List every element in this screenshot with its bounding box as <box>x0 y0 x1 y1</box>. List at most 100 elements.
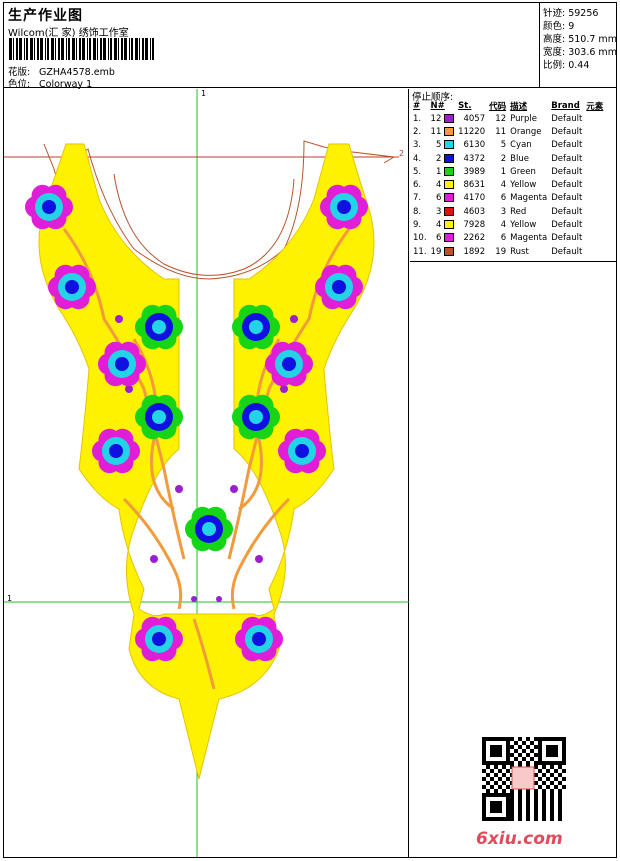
barcode-bar <box>93 38 96 60</box>
barcode-bar <box>139 38 140 60</box>
flower <box>185 506 233 552</box>
embroidery-preview <box>4 89 409 857</box>
element-cell <box>584 192 605 205</box>
stop-index: 9. <box>413 220 422 231</box>
brand-cell: Default <box>551 166 583 177</box>
barcode-bar <box>76 38 77 60</box>
color-swatch <box>444 193 455 203</box>
studio-name: Wilcom(汇 家) 绣饰工作室 <box>8 28 129 39</box>
needle-number: 6 <box>429 232 457 245</box>
barcode-bar <box>72 38 75 60</box>
barcode-bar <box>26 38 28 60</box>
stop-index: 7. <box>413 193 422 204</box>
stitch-count-cell: 4057 <box>463 113 486 124</box>
code-cell: 19 <box>495 246 507 257</box>
brand-cell: Default <box>551 126 583 137</box>
barcode-bar <box>16 38 18 60</box>
stitch-count-cell: 3989 <box>463 166 486 177</box>
barcode-bar <box>45 38 46 60</box>
needle-number: 4 <box>429 178 457 191</box>
thread-row: 3. 5 6130 5 Cyan Default <box>411 139 605 152</box>
barcode-bar <box>37 38 39 60</box>
brand-cell: Default <box>551 140 583 151</box>
horizontal-guide-label-2: 2 <box>399 149 405 158</box>
needle-number: 19 <box>429 245 457 258</box>
barcode-bar <box>121 38 123 60</box>
element-cell <box>584 205 605 218</box>
barcode-bar <box>131 38 133 60</box>
thread-panel: 停止顺序: # N# St. 代码 描述 Brand 元素 1. 12 4057 12 Purpl… <box>410 89 617 857</box>
brand-cell: Default <box>551 153 583 164</box>
code-cell: 12 <box>495 113 507 124</box>
element-cell <box>584 125 605 138</box>
barcode-bar <box>66 38 67 60</box>
description-cell: Blue <box>510 153 529 164</box>
column-header: 元素 <box>586 102 604 112</box>
stop-index: 3. <box>413 140 422 151</box>
brand-cell: Default <box>551 113 583 124</box>
barcode-bar <box>79 38 81 60</box>
description-cell: Orange <box>510 126 542 137</box>
design-height: 高度: 510.7 mm <box>543 34 617 45</box>
thread-table: # N# St. 代码 描述 Brand 元素 1. 12 4057 12 Purple Defau… <box>411 100 605 258</box>
barcode-bar <box>118 38 119 60</box>
stitch-count: 针迹: 59256 <box>543 8 599 19</box>
qr-stamp <box>511 766 535 790</box>
stop-index: 1. <box>413 113 422 124</box>
needle-number: 11 <box>429 125 457 138</box>
stitch-count-cell: 4603 <box>463 206 486 217</box>
colorway-row: 色位: Colorway 1 <box>8 76 92 90</box>
stop-index: 6. <box>413 180 422 191</box>
brand-cell: Default <box>551 193 583 204</box>
color-swatch <box>444 233 455 243</box>
qr-code <box>482 737 566 821</box>
needle-number: 12 <box>429 112 457 125</box>
barcode-bar <box>13 38 14 60</box>
stitch-count-cell: 7928 <box>463 220 486 231</box>
color-swatch <box>444 166 455 176</box>
column-header: St. <box>458 101 472 111</box>
design-scale: 比例: 0.44 <box>543 60 590 71</box>
watermark-logo: 6xiu.com <box>476 829 563 849</box>
brand-cell: Default <box>551 180 583 191</box>
description-cell: Rust <box>510 246 529 257</box>
color-swatch <box>444 140 455 150</box>
barcode-bar <box>110 38 112 60</box>
panel-divider <box>410 261 617 262</box>
thread-row: 7. 6 4170 6 Magenta Default <box>411 192 605 205</box>
barcode-bar <box>150 38 151 60</box>
barcode-bar <box>103 38 106 60</box>
barcode-bar <box>108 38 109 60</box>
barcode-bar <box>61 38 64 60</box>
element-cell <box>584 218 605 231</box>
element-cell <box>584 112 605 125</box>
code-cell: 6 <box>500 193 507 204</box>
description-cell: Purple <box>510 113 537 124</box>
needle-number: 2 <box>429 152 457 165</box>
barcode-bar <box>129 38 130 60</box>
column-header: 描述 <box>510 102 528 112</box>
thread-row: 9. 4 7928 4 Yellow Default <box>411 218 605 231</box>
design-canvas: 1 1 2 <box>4 89 409 857</box>
barcode-bar <box>142 38 144 60</box>
brand-cell: Default <box>551 206 583 217</box>
element-cell <box>584 232 605 245</box>
stop-index: 10. <box>413 233 427 244</box>
color-swatch <box>444 126 455 136</box>
needle-number: 6 <box>429 192 457 205</box>
stitch-count-cell: 1892 <box>463 246 486 257</box>
column-header: N# <box>430 101 445 111</box>
stop-index: 5. <box>413 166 422 177</box>
code-cell: 5 <box>500 140 507 151</box>
barcode-bar <box>152 38 154 60</box>
description-cell: Yellow <box>510 180 537 191</box>
barcode-bar <box>124 38 127 60</box>
element-cell <box>584 178 605 191</box>
barcode-bar <box>9 38 12 60</box>
barcode-bar <box>34 38 35 60</box>
column-header: # <box>413 101 421 111</box>
code-cell: 4 <box>500 180 507 191</box>
stop-index: 2. <box>413 126 422 137</box>
yellow-fill-region <box>38 143 375 780</box>
thread-row: 1. 12 4057 12 Purple Default <box>411 112 605 125</box>
